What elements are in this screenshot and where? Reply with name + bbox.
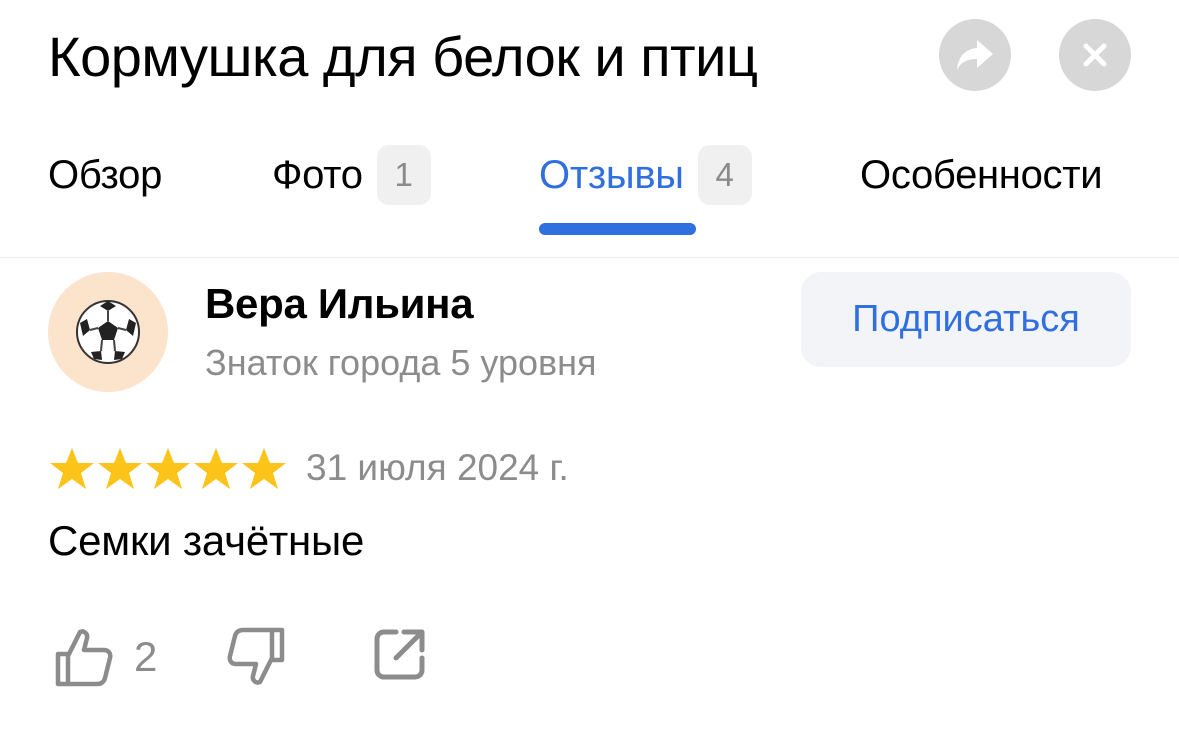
dislike-icon: [227, 627, 285, 685]
share-button[interactable]: [939, 19, 1011, 91]
close-icon: [1083, 43, 1107, 67]
star-icon: [146, 448, 190, 489]
dislike-button[interactable]: [226, 626, 286, 688]
author-level: Знаток города 5 уровня: [205, 342, 597, 383]
star-icon: [50, 448, 94, 489]
active-tab-indicator: [539, 223, 696, 235]
tab-label: Фото: [272, 152, 363, 197]
author-name[interactable]: Вера Ильина: [205, 280, 474, 328]
tab-label: Отзывы: [539, 152, 684, 197]
avatar[interactable]: [48, 272, 168, 392]
tab-reviews[interactable]: Отзывы 4: [539, 140, 752, 210]
page-title: Кормушка для белок и птиц: [48, 25, 758, 88]
tab-label: Особенности: [860, 152, 1103, 197]
star-icon: [98, 448, 142, 489]
like-icon: [55, 629, 113, 687]
review-date: 31 июля 2024 г.: [306, 447, 569, 488]
subscribe-button[interactable]: Подписаться: [801, 272, 1131, 367]
rating-stars: [48, 446, 288, 492]
like-count: 2: [134, 633, 158, 680]
share-arrow-icon: [957, 40, 993, 70]
tab-overview[interactable]: Обзор: [48, 140, 162, 210]
tab-bar: Обзор Фото 1 Отзывы 4 Особенности: [0, 140, 1179, 236]
close-button[interactable]: [1059, 19, 1131, 91]
review-text: Семки зачётные: [48, 517, 365, 564]
like-button[interactable]: 2: [54, 626, 157, 688]
tab-count-badge: 1: [376, 145, 431, 205]
divider: [0, 257, 1179, 258]
tab-label: Обзор: [48, 152, 163, 197]
soccer-ball-icon: [76, 300, 140, 364]
share-review-button[interactable]: [372, 626, 428, 682]
tab-features[interactable]: Особенности: [860, 140, 1103, 210]
tab-photos[interactable]: Фото 1: [272, 140, 431, 210]
tab-count-badge: 4: [697, 145, 752, 205]
share-icon: [374, 629, 425, 680]
star-icon: [242, 448, 286, 489]
star-icon: [194, 448, 238, 489]
